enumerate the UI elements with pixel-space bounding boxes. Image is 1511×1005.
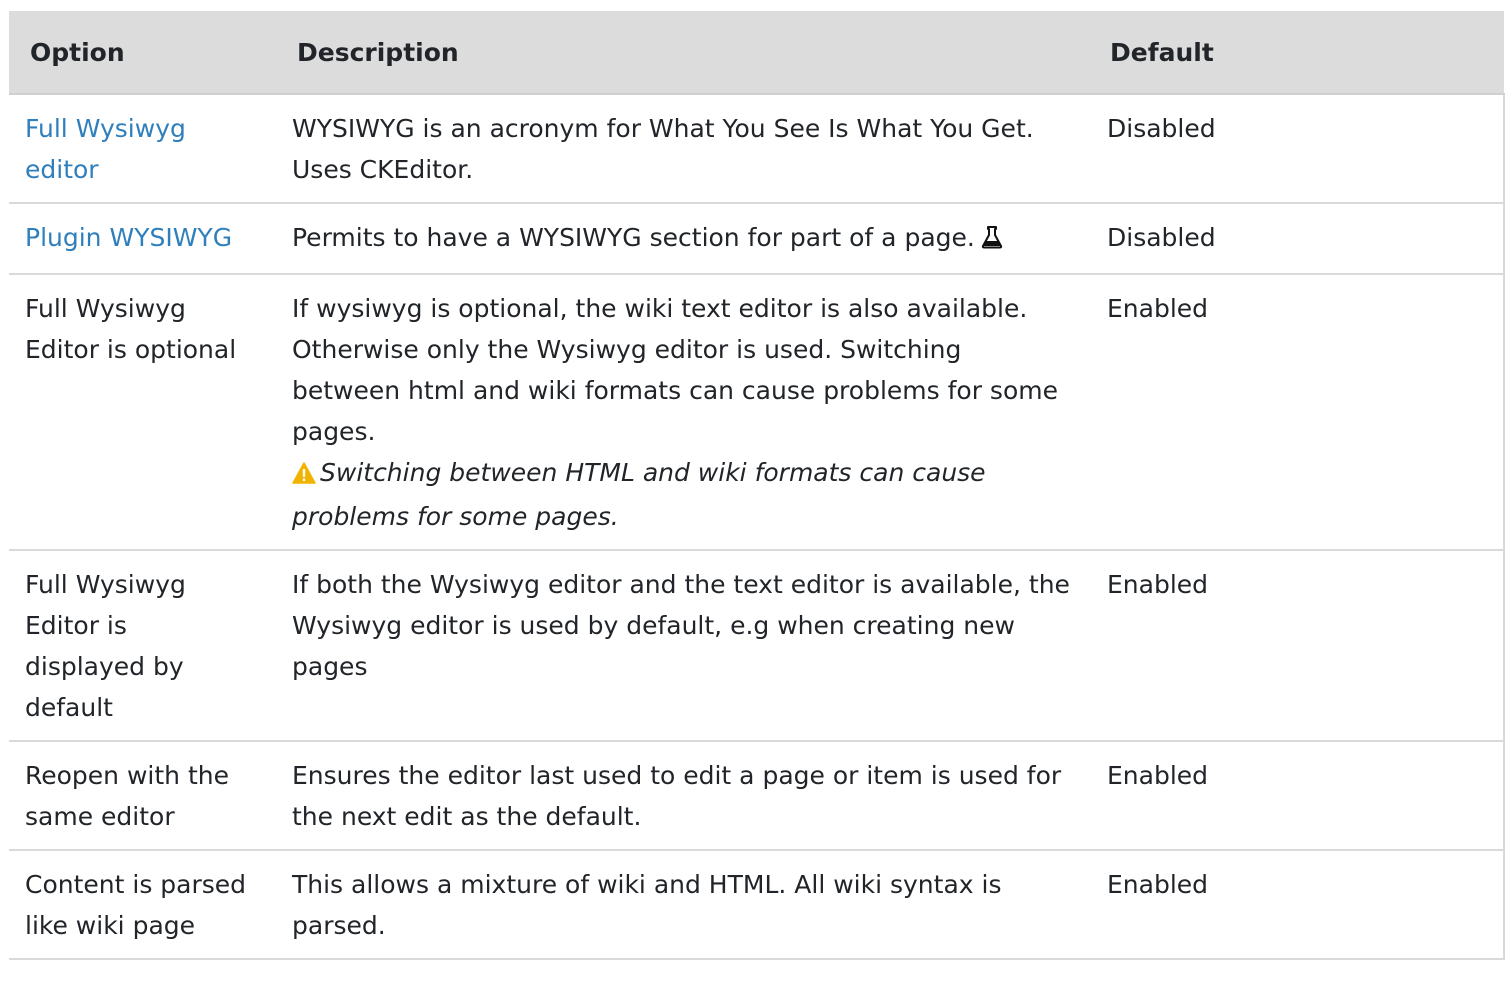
option-link-full-wysiwyg-editor[interactable]: Full Wysiwyg editor: [25, 114, 186, 184]
option-cell: Plugin WYSIWYG: [9, 203, 276, 275]
table-body: Full Wysiwyg editor WYSIWYG is an acrony…: [9, 94, 1505, 960]
description-cell: If wysiwyg is optional, the wiki text ed…: [276, 274, 1083, 551]
description-cell: Ensures the editor last used to edit a p…: [276, 741, 1083, 851]
option-cell: Full Wysiwyg editor: [9, 94, 276, 204]
option-cell: Content is parsed like wiki page: [9, 850, 276, 960]
option-cell: Reopen with the same editor: [9, 741, 276, 851]
table-header: Option Description Default: [9, 11, 1504, 95]
options-table-container: Option Description Default Full Wysiwyg …: [9, 11, 1505, 960]
default-cell: Enabled: [1083, 741, 1505, 851]
header-default: Default: [1083, 11, 1504, 95]
default-cell: Disabled: [1083, 203, 1505, 275]
description-text: If wysiwyg is optional, the wiki text ed…: [292, 294, 1058, 446]
description-text: Permits to have a WYSIWYG section for pa…: [292, 223, 975, 252]
table-row: Content is parsed like wiki page This al…: [9, 850, 1505, 960]
description-cell: WYSIWYG is an acronym for What You See I…: [276, 94, 1083, 204]
header-row: Option Description Default: [9, 11, 1504, 95]
default-cell: Disabled: [1083, 94, 1505, 204]
table-row: Full Wysiwyg Editor is optional If wysiw…: [9, 274, 1505, 551]
warning-text: Switching between HTML and wiki formats …: [292, 458, 986, 531]
header-description: Description: [276, 11, 1083, 95]
description-cell: If both the Wysiwyg editor and the text …: [276, 550, 1083, 742]
table-row: Full Wysiwyg Editor is displayed by defa…: [9, 550, 1505, 742]
option-link-plugin-wysiwyg[interactable]: Plugin WYSIWYG: [25, 223, 232, 252]
options-table: Option Description Default Full Wysiwyg …: [9, 11, 1505, 960]
default-cell: Enabled: [1083, 850, 1505, 960]
option-cell: Full Wysiwyg Editor is optional: [9, 274, 276, 551]
option-cell: Full Wysiwyg Editor is displayed by defa…: [9, 550, 276, 742]
table-row: Full Wysiwyg editor WYSIWYG is an acrony…: [9, 94, 1505, 204]
experimental-beaker-icon: [981, 220, 1003, 261]
warning-note: Switching between HTML and wiki formats …: [292, 452, 1075, 537]
default-cell: Enabled: [1083, 274, 1505, 551]
table-row: Reopen with the same editor Ensures the …: [9, 741, 1505, 851]
table-row: Plugin WYSIWYG Permits to have a WYSIWYG…: [9, 203, 1505, 275]
warning-icon: [292, 455, 316, 496]
default-cell: Enabled: [1083, 550, 1505, 742]
header-option: Option: [9, 11, 276, 95]
description-cell: Permits to have a WYSIWYG section for pa…: [276, 203, 1083, 275]
description-cell: This allows a mixture of wiki and HTML. …: [276, 850, 1083, 960]
